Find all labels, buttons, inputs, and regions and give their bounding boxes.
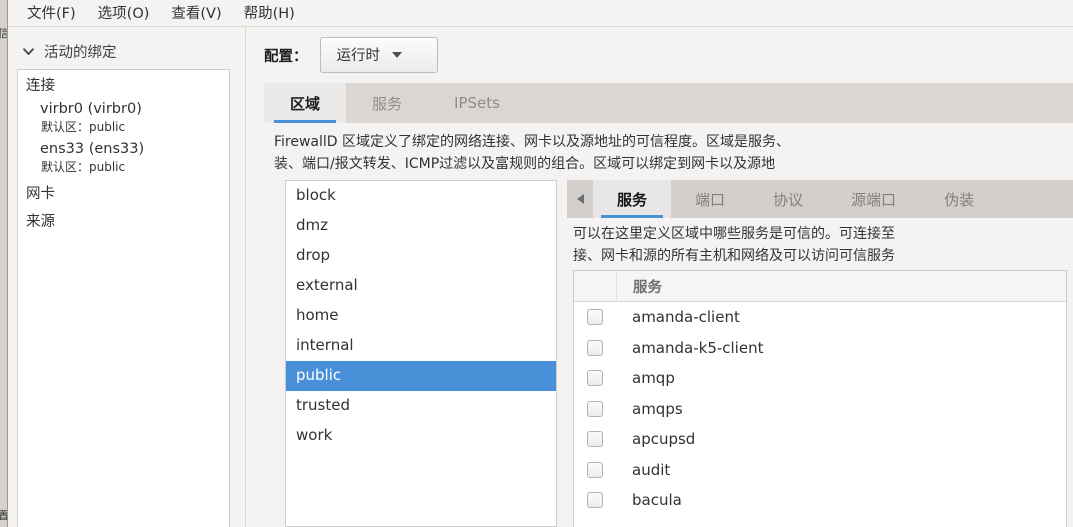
zone-tab-protocols[interactable]: 协议 [749, 180, 827, 218]
tree-item-virbr0-title: virbr0 (virbr0) [40, 101, 142, 117]
zone-tab-source-ports[interactable]: 源端口 [827, 180, 920, 218]
zone-tab-services[interactable]: 服务 [593, 180, 672, 218]
background-window-text-bottom: 置 [0, 509, 7, 523]
menu-file[interactable]: 文件(F) [16, 0, 87, 27]
service-name: apcupsd [632, 430, 696, 449]
tab-services[interactable]: 服务 [346, 83, 428, 123]
active-bindings-expander[interactable]: 活动的绑定 [22, 41, 117, 62]
configuration-dropdown-value: 运行时 [336, 48, 381, 64]
services-panel: 可以在这里定义区域中哪些服务是可信的。可连接至 接、网卡和源的所有主机和网络及可… [567, 218, 1073, 527]
services-description-line-2: 接、网卡和源的所有主机和网络及可以访问可信服务 [573, 248, 895, 264]
zones-description: FirewallD 区域定义了绑定的网络连接、网卡以及源地址的可信程度。区域是服… [274, 131, 1073, 175]
zone-list[interactable]: block dmz drop external home internal pu… [285, 180, 557, 527]
tab-ipsets[interactable]: IPSets [428, 83, 526, 123]
services-table-header: 服务 [574, 271, 1066, 302]
zone-item-public[interactable]: public [286, 361, 556, 391]
service-checkbox-cell[interactable] [574, 431, 616, 448]
zone-detail-notebook: 服务 端口 协议 源端口 伪装 可以在这里定义区域中哪些服务是可信的。可连接至 … [567, 180, 1073, 527]
table-row[interactable]: audit [574, 455, 1066, 486]
zone-item-dmz[interactable]: dmz [286, 211, 556, 241]
checkbox-unchecked-icon[interactable] [587, 309, 603, 326]
tree-item-ens33[interactable]: ens33 (ens33) 默认区：public [18, 138, 229, 178]
pane-splitter[interactable] [240, 27, 252, 527]
outer-notebook: 区域 服务 IPSets FirewallD 区域定义了绑定的网络连接、网卡以及… [264, 83, 1073, 527]
checkbox-unchecked-icon[interactable] [587, 492, 603, 509]
background-window-text-top: 信息 [0, 26, 7, 41]
configuration-selector-row: 配置： 运行时 [264, 37, 438, 73]
service-checkbox-cell[interactable] [574, 309, 616, 326]
service-checkbox-cell[interactable] [574, 461, 616, 478]
services-column-header-name: 服务 [633, 279, 662, 296]
service-checkbox-cell[interactable] [574, 370, 616, 387]
zone-item-work[interactable]: work [286, 421, 556, 451]
menu-bar: 文件(F) 选项(O) 查看(V) 帮助(H) [8, 0, 1073, 27]
tree-item-ens33-title: ens33 (ens33) [40, 141, 145, 157]
services-description: 可以在这里定义区域中哪些服务是可信的。可连接至 接、网卡和源的所有主机和网络及可… [573, 223, 1073, 267]
checkbox-unchecked-icon[interactable] [587, 339, 603, 356]
table-row[interactable]: apcupsd [574, 424, 1066, 455]
service-name: amanda-k5-client [632, 338, 764, 357]
checkbox-unchecked-icon[interactable] [587, 461, 603, 478]
service-name: bacula [632, 491, 682, 510]
services-table[interactable]: 服务 amanda-client amanda-k5-client amqp a… [573, 270, 1067, 527]
firewall-config-application: 信息 置 文件(F) 选项(O) 查看(V) 帮助(H) 活动的绑定 连接 vi… [0, 0, 1073, 527]
zone-item-home[interactable]: home [286, 301, 556, 331]
configuration-dropdown[interactable]: 运行时 [319, 37, 438, 73]
configuration-label: 配置： [264, 48, 308, 65]
configuration-pane: 配置： 运行时 区域 服务 IPSets FirewallD 区域定义了绑定的网… [252, 27, 1073, 527]
active-bindings-label: 活动的绑定 [44, 45, 117, 61]
zone-detail-tab-bar: 服务 端口 协议 源端口 伪装 [567, 180, 1073, 218]
tab-zones[interactable]: 区域 [264, 83, 347, 123]
outer-tab-bar: 区域 服务 IPSets [264, 83, 1073, 123]
tree-group-sources[interactable]: 来源 [18, 206, 229, 234]
zone-item-internal[interactable]: internal [286, 331, 556, 361]
zones-panel: FirewallD 区域定义了绑定的网络连接、网卡以及源地址的可信程度。区域是服… [264, 123, 1073, 527]
menu-help[interactable]: 帮助(H) [233, 0, 306, 27]
zone-item-trusted[interactable]: trusted [286, 391, 556, 421]
background-window-sliver[interactable]: 信息 置 [0, 0, 8, 527]
main-window: 文件(F) 选项(O) 查看(V) 帮助(H) 活动的绑定 连接 virbr0 … [8, 0, 1073, 527]
service-checkbox-cell[interactable] [574, 492, 616, 509]
bindings-tree[interactable]: 连接 virbr0 (virbr0) 默认区：public ens33 (ens… [17, 69, 230, 527]
service-name: amanda-client [632, 308, 740, 327]
services-description-line-1: 可以在这里定义区域中哪些服务是可信的。可连接至 [573, 226, 895, 242]
checkbox-unchecked-icon[interactable] [587, 431, 603, 448]
table-row[interactable]: bacula [574, 485, 1066, 516]
service-name: amqps [632, 399, 683, 418]
checkbox-unchecked-icon[interactable] [587, 370, 603, 387]
service-name: audit [632, 460, 671, 479]
tree-item-virbr0-zone: 默认区：public [41, 120, 126, 134]
service-name: amqp [632, 369, 675, 388]
services-column-header-checkbox [574, 271, 617, 301]
zone-tab-masquerading[interactable]: 伪装 [920, 180, 998, 218]
table-row[interactable]: amqp [574, 363, 1066, 394]
tree-item-ens33-zone: 默认区：public [41, 160, 126, 174]
active-bindings-pane: 活动的绑定 连接 virbr0 (virbr0) 默认区：public ens3… [8, 27, 240, 527]
chevron-down-icon [22, 45, 35, 58]
triangle-left-icon[interactable] [567, 180, 593, 218]
zone-item-external[interactable]: external [286, 271, 556, 301]
caret-down-icon [392, 51, 402, 58]
tree-item-virbr0[interactable]: virbr0 (virbr0) 默认区：public [18, 98, 229, 138]
menu-options[interactable]: 选项(O) [87, 0, 161, 27]
menu-view[interactable]: 查看(V) [160, 0, 232, 27]
tree-group-interfaces[interactable]: 网卡 [18, 178, 229, 206]
table-row[interactable]: amanda-k5-client [574, 333, 1066, 364]
service-checkbox-cell[interactable] [574, 339, 616, 356]
checkbox-unchecked-icon[interactable] [587, 400, 603, 417]
table-row[interactable]: amqps [574, 394, 1066, 425]
tree-group-connections[interactable]: 连接 [18, 70, 229, 98]
service-checkbox-cell[interactable] [574, 400, 616, 417]
zones-description-line-2: 装、端口/报文转发、ICMP过滤以及富规则的组合。区域可以绑定到网卡以及源地 [274, 156, 776, 172]
zone-tab-ports[interactable]: 端口 [671, 180, 749, 218]
zone-item-drop[interactable]: drop [286, 241, 556, 271]
table-row[interactable]: amanda-client [574, 302, 1066, 333]
zone-item-block[interactable]: block [286, 181, 556, 211]
zones-description-line-1: FirewallD 区域定义了绑定的网络连接、网卡以及源地址的可信程度。区域是服… [274, 134, 791, 150]
